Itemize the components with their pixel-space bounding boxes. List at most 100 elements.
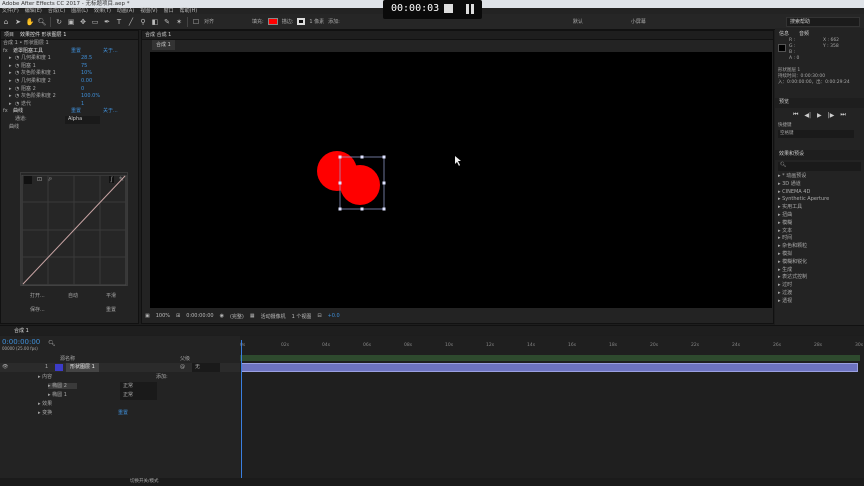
reset-link[interactable]: 重置 — [71, 48, 103, 56]
pause-record-icon[interactable] — [465, 4, 475, 14]
help-search-input[interactable]: 搜索帮助 — [786, 17, 860, 27]
exposure-value[interactable]: +0.0 — [328, 313, 340, 319]
fx-category-item[interactable]: ▸ 过渡 — [778, 290, 864, 298]
timeline-graph-area[interactable] — [240, 336, 864, 478]
blend-mode-select[interactable]: 正常 — [120, 391, 158, 400]
home-icon[interactable]: ⌂ — [2, 17, 10, 27]
curve-open-button[interactable]: 打开... — [30, 292, 45, 299]
zoom-tool-icon[interactable]: 🔍︎ — [38, 17, 47, 27]
fill-color-swatch[interactable] — [267, 18, 278, 25]
eraser-tool-icon[interactable]: ◧ — [151, 17, 159, 27]
clone-stamp-tool-icon[interactable]: ⚲ — [139, 17, 147, 27]
fx-category-item[interactable]: ▸ CINEMA 4D — [778, 189, 864, 197]
camera-select[interactable]: 活动摄像机 — [261, 313, 286, 320]
effects-presets-tab[interactable]: 效果和预设 — [775, 150, 864, 160]
ellipse-1-row[interactable]: ▸ 椭圆 1 正常 — [48, 391, 238, 400]
zoom-select[interactable]: 100% — [156, 313, 170, 319]
fx-category-item[interactable]: ▸ 时间 — [778, 235, 864, 243]
fx-category-item[interactable]: ▸ 表达式控制 — [778, 274, 864, 282]
layer-duration-bar[interactable] — [241, 363, 858, 372]
channel-select[interactable]: Alpha — [65, 115, 101, 124]
frame-icon[interactable]: ⊞ — [176, 313, 180, 319]
region-icon[interactable]: ▣ — [145, 313, 150, 319]
first-frame-icon[interactable]: ⏮ — [793, 111, 798, 119]
ellipse-2-row[interactable]: ▸ 椭圆 2 正常 — [48, 382, 238, 391]
property-value[interactable]: 0 — [81, 86, 84, 94]
parent-spiral-icon[interactable]: @ — [180, 363, 185, 372]
add-label[interactable]: 添加: — [328, 18, 340, 25]
curve-graph[interactable] — [21, 175, 127, 287]
grid-icon[interactable]: ▦ — [250, 313, 255, 319]
fx-search-input[interactable]: 🔍︎ — [778, 162, 861, 171]
effect-property-row[interactable]: ▸ ◔ 灰色阶柔和度 1 10% — [1, 70, 138, 78]
info-tab[interactable]: 信息 — [779, 30, 789, 37]
effect-property-row[interactable]: ▸ ◔ 几何柔和度 1 28.5 — [1, 55, 138, 63]
rotate-tool-icon[interactable]: ↻ — [55, 17, 63, 27]
effects-controls-tab[interactable]: 效果控件 形状图层 1 — [20, 31, 66, 39]
composition-viewer[interactable] — [150, 52, 772, 308]
fx-category-item[interactable]: ▸ 模糊和锐化 — [778, 259, 864, 267]
property-value[interactable]: 28.5 — [81, 55, 92, 63]
about-link[interactable]: 关于... — [103, 108, 118, 116]
selection-tool-icon[interactable]: ➤ — [14, 17, 22, 27]
about-link[interactable]: 关于... — [103, 48, 118, 56]
property-value[interactable]: 1 — [81, 101, 84, 109]
property-value[interactable]: 0.00 — [81, 78, 92, 86]
fx-category-item[interactable]: ▸ * 动画预设 — [778, 173, 864, 181]
rectangle-tool-icon[interactable]: ▭ — [91, 17, 99, 27]
fx-category-item[interactable]: ▸ 过时 — [778, 282, 864, 290]
fx-category-item[interactable]: ▸ 3D 通道 — [778, 181, 864, 189]
fx-category-item[interactable]: ▸ 实用工具 — [778, 204, 864, 212]
reset-link[interactable]: 重置 — [71, 108, 103, 116]
add-menu[interactable]: 添加: — [156, 373, 168, 382]
layer-label-color[interactable] — [55, 364, 63, 371]
time-ruler[interactable]: 0s 02s 04s 06s 08s 10s 12s 14s 16s 18s 20s 22s 24s 26… — [240, 343, 863, 351]
snap-checkbox-icon[interactable]: ☐ — [192, 17, 200, 27]
playhead[interactable] — [241, 340, 242, 480]
workspace-small-screen[interactable]: 小屏幕 — [631, 18, 646, 25]
prev-frame-icon[interactable]: ◀| — [804, 112, 811, 119]
fx-category-item[interactable]: ▸ 扭曲 — [778, 212, 864, 220]
stroke-color-swatch[interactable] — [297, 18, 306, 25]
comp-subtab[interactable]: 合成 1 — [152, 40, 175, 50]
camera-tool-icon[interactable]: ▣ — [67, 17, 75, 27]
toggle-switches-modes[interactable]: 切换开关/模式 — [130, 478, 159, 486]
timeline-search-icon[interactable]: 🔍︎ — [48, 340, 56, 347]
contents-row[interactable]: ▸ 内容 — [38, 373, 52, 382]
fx-category-item[interactable]: ▸ 透视 — [778, 298, 864, 306]
blend-mode-select[interactable]: 正常 — [120, 382, 158, 391]
snapshot-icon[interactable]: ◉ — [220, 313, 224, 319]
pan-behind-tool-icon[interactable]: ✥ — [79, 17, 87, 27]
curve-auto-button[interactable]: 自动 — [68, 292, 78, 299]
curve-save-button[interactable]: 保存... — [30, 306, 45, 313]
curve-smooth-button[interactable]: 平滑 — [106, 292, 116, 299]
stop-record-icon[interactable] — [444, 4, 453, 13]
property-value[interactable]: 75 — [81, 63, 87, 71]
play-icon[interactable]: ▶ — [817, 112, 822, 119]
visibility-eye-icon[interactable]: 👁︎ — [2, 363, 8, 372]
shortcut-select[interactable]: 空格键 — [778, 130, 854, 138]
puppet-tool-icon[interactable]: ✶ — [175, 17, 183, 27]
project-tab[interactable]: 项目 — [4, 31, 14, 39]
last-frame-icon[interactable]: ⏭ — [840, 111, 845, 119]
effect-curves-row[interactable]: fx 曲线 重置 关于... — [1, 108, 138, 116]
layer-row-1[interactable]: 👁︎ 1 形状图层 1 @ 无 — [0, 363, 240, 372]
work-area-bar[interactable] — [240, 355, 860, 361]
fx-category-item[interactable]: ▸ 模拟 — [778, 251, 864, 259]
type-tool-icon[interactable]: T — [115, 17, 123, 27]
flowchart-icon[interactable]: ⊟ — [317, 313, 321, 319]
views-select[interactable]: 1 个视图 — [292, 313, 312, 320]
transform-reset-link[interactable]: 重置 — [118, 409, 128, 418]
property-value[interactable]: 100.0% — [81, 93, 100, 101]
comp-timecode[interactable]: 0:00:00:00 — [186, 313, 213, 319]
resolution-select[interactable]: (完整) — [230, 313, 244, 320]
fx-category-item[interactable]: ▸ 模糊 — [778, 220, 864, 228]
roto-brush-tool-icon[interactable]: ✎ — [163, 17, 171, 27]
transform-row[interactable]: ▸ 变换 — [38, 409, 52, 418]
audio-tab[interactable]: 音频 — [799, 30, 809, 37]
layer-name[interactable]: 形状图层 1 — [66, 363, 99, 372]
effect-property-row[interactable]: ▸ ◔ 灰色阶柔和度 2 100.0% — [1, 93, 138, 101]
effects-row[interactable]: ▸ 效果 — [38, 400, 52, 409]
pen-tool-icon[interactable]: ✒ — [103, 17, 111, 27]
fx-category-item[interactable]: ▸ 杂色和颗粒 — [778, 243, 864, 251]
